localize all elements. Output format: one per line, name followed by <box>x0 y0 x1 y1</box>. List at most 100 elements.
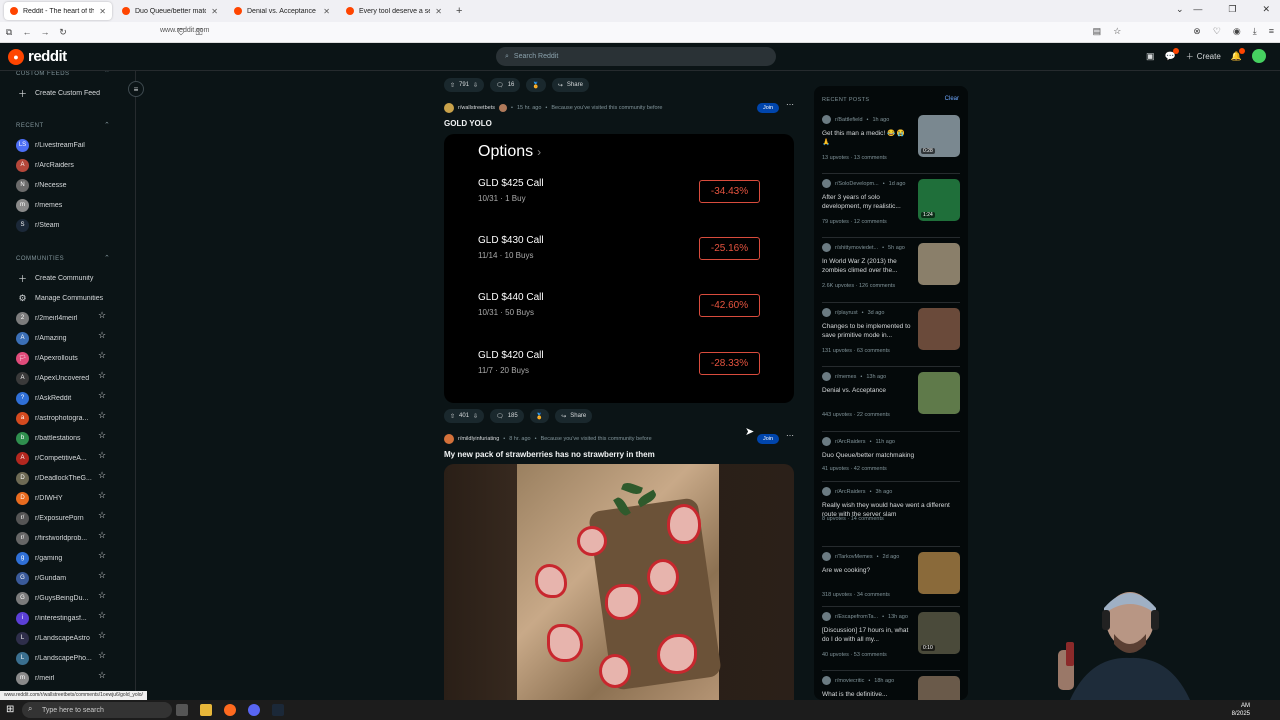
recent-post-title[interactable]: Duo Queue/better matchmaking <box>822 451 958 460</box>
chevron-up-icon[interactable]: ⌃ <box>104 71 110 77</box>
chevron-up-icon[interactable]: ⌃ <box>104 254 110 262</box>
pocket-icon[interactable]: ♡ <box>1213 26 1221 37</box>
share-button[interactable]: ↪ Share <box>555 409 593 423</box>
favorite-star-icon[interactable]: ☆ <box>98 670 106 681</box>
reload-icon[interactable]: ↻ <box>54 27 72 38</box>
share-button[interactable]: ↪ Share <box>551 78 589 92</box>
join-button[interactable]: Join <box>757 434 779 444</box>
more-options-icon[interactable]: ⋯ <box>786 100 794 109</box>
file-explorer-icon[interactable] <box>200 704 212 716</box>
recent-post-title[interactable]: What is the definitive... <box>822 690 914 699</box>
close-tab-icon[interactable]: ✕ <box>323 7 330 16</box>
favorite-star-icon[interactable]: ☆ <box>98 550 106 561</box>
favorite-star-icon[interactable]: ☆ <box>98 450 106 461</box>
recent-post-thumbnail[interactable] <box>918 308 960 350</box>
discord-icon[interactable] <box>248 704 260 716</box>
menu-icon[interactable]: ≡ <box>1269 26 1274 37</box>
favorite-star-icon[interactable]: ☆ <box>98 310 106 321</box>
create-post-button[interactable]: ＋ Create <box>1186 51 1221 62</box>
recent-post-item[interactable]: r/playrust • 3d ago Changes to be implement… <box>822 308 960 364</box>
recent-post-item[interactable]: r/moviecritic • 18h ago What is the definit… <box>822 676 960 700</box>
recent-post-title[interactable]: Get this man a medic! 😂 😭 🙏 <box>822 129 914 147</box>
recent-post-thumbnail[interactable] <box>918 676 960 700</box>
favorite-star-icon[interactable]: ☆ <box>98 330 106 341</box>
sidebar-community-item[interactable]: Ar/ArcRaiders <box>16 158 116 172</box>
recent-post-title[interactable]: [Discussion] 17 hours in, what do I do w… <box>822 626 914 644</box>
back-icon[interactable]: ← <box>18 27 36 37</box>
recent-post-item[interactable]: r/SoloDevelopm... • 1d ago After 3 years of… <box>822 179 960 235</box>
sidebar-toggle-icon[interactable]: ⧉ <box>0 27 18 38</box>
taskbar-search-input[interactable]: Type here to search <box>22 702 172 718</box>
join-button[interactable]: Join <box>757 103 779 113</box>
browser-tab[interactable]: Every tool deserve a second life ✕ <box>340 2 448 20</box>
system-clock[interactable]: AM 8/2025 <box>1232 702 1250 718</box>
close-tab-icon[interactable]: ✕ <box>211 7 218 16</box>
recent-post-title[interactable]: After 3 years of solo development, my re… <box>822 193 914 211</box>
recent-post-item[interactable]: r/Battlefield • 1h ago Get this man a medic… <box>822 115 960 171</box>
bookmark-star-icon[interactable]: ☆ <box>1113 26 1121 37</box>
award-button[interactable]: 🏅 <box>526 78 546 92</box>
new-tab-icon[interactable]: + <box>456 5 462 17</box>
close-window-icon[interactable]: ✕ <box>1262 4 1270 15</box>
favorite-star-icon[interactable]: ☆ <box>98 530 106 541</box>
favorite-star-icon[interactable]: ☆ <box>98 390 106 401</box>
post-image[interactable] <box>444 464 794 700</box>
recent-post-thumbnail[interactable]: 1:24 <box>918 179 960 221</box>
recent-post-item[interactable]: r/ArcRaiders • 3h ago Really wish they woul… <box>822 487 960 543</box>
reader-view-icon[interactable]: ▤ <box>1093 26 1102 37</box>
recent-post-thumbnail[interactable]: 0:28 <box>918 115 960 157</box>
recent-post-item[interactable]: r/shittymoviedet... • 5h ago In World War Z… <box>822 243 960 299</box>
upvote-icon[interactable]: ⇧ <box>450 413 455 420</box>
recent-post-item[interactable]: r/TarkovMemes • 2d ago Are we cooking? 318 u… <box>822 552 960 608</box>
reddit-logo[interactable]: ● reddit <box>8 48 67 65</box>
favorite-star-icon[interactable]: ☆ <box>98 350 106 361</box>
create-custom-feed-button[interactable]: ＋ Create Custom Feed <box>16 86 116 100</box>
favorite-star-icon[interactable]: ☆ <box>98 650 106 661</box>
comments-button[interactable]: 🗨 16 <box>490 78 521 92</box>
clear-recent-button[interactable]: Clear <box>945 96 959 102</box>
advertise-icon[interactable]: ▣ <box>1146 51 1155 62</box>
favorite-star-icon[interactable]: ☆ <box>98 410 106 421</box>
post-title[interactable]: My new pack of strawberries has no straw… <box>444 450 655 459</box>
downloads-icon[interactable]: ⤓ <box>1253 26 1257 37</box>
post-title[interactable]: GOLD YOLO <box>444 119 492 128</box>
communities-heading[interactable]: COMMUNITIES <box>16 256 64 262</box>
sidebar-community-item[interactable]: Nr/Necesse <box>16 178 116 192</box>
custom-feeds-heading[interactable]: CUSTOM FEEDS <box>16 71 70 77</box>
user-avatar[interactable] <box>1252 49 1266 63</box>
recent-post-title[interactable]: Denial vs. Acceptance <box>822 386 914 395</box>
favorite-star-icon[interactable]: ☆ <box>98 590 106 601</box>
tab-list-chevron-icon[interactable]: ⌄ <box>1176 4 1184 15</box>
notifications-bell-icon[interactable]: 🔔 <box>1231 47 1246 62</box>
subreddit-link[interactable]: r/wallstreetbets <box>458 105 495 111</box>
recent-post-item[interactable]: r/memes • 13h ago Denial vs. Acceptance 443 … <box>822 372 960 428</box>
award-button[interactable]: 🏅 <box>529 409 550 423</box>
favorite-star-icon[interactable]: ☆ <box>98 370 106 381</box>
browser-tab[interactable]: Reddit - The heart of the internet ✕ <box>4 2 112 20</box>
manage-communities-button[interactable]: ⚙ Manage Communities <box>16 291 116 305</box>
create-community-button[interactable]: ＋ Create Community <box>16 271 116 285</box>
firefox-icon[interactable] <box>224 704 236 716</box>
recent-post-thumbnail[interactable] <box>918 552 960 594</box>
more-options-icon[interactable]: ⋯ <box>786 431 794 440</box>
profile-icon[interactable]: ◉ <box>1233 26 1241 37</box>
favorite-star-icon[interactable]: ☆ <box>98 610 106 621</box>
minimize-icon[interactable]: — <box>1193 4 1202 15</box>
maximize-icon[interactable]: ❐ <box>1228 4 1236 15</box>
extension-icon[interactable]: ⊗ <box>1193 26 1201 37</box>
comments-button[interactable]: 🗨 185 <box>490 409 524 423</box>
browser-tab[interactable]: Duo Queue/better matchmaking ✕ <box>116 2 224 20</box>
close-tab-icon[interactable]: ✕ <box>435 7 442 16</box>
subreddit-link[interactable]: r/mildlyinfuriating <box>458 436 499 442</box>
collapse-sidebar-button[interactable]: ≡ <box>128 81 144 97</box>
windows-start-icon[interactable]: ⊞ <box>6 704 14 715</box>
upvote-icon[interactable]: ⇧ <box>450 82 455 89</box>
community-avatar[interactable] <box>444 103 454 113</box>
downvote-icon[interactable]: ⇩ <box>473 413 478 420</box>
task-view-icon[interactable] <box>176 704 188 716</box>
recent-post-item[interactable]: r/EscapefromTa... • 13h ago [Discussion] 17… <box>822 612 960 668</box>
steam-icon[interactable] <box>272 704 284 716</box>
downvote-icon[interactable]: ⇩ <box>473 82 478 89</box>
recent-post-title[interactable]: Changes to be implemented to save primit… <box>822 322 914 340</box>
search-input[interactable]: ⌕ Search Reddit <box>496 47 776 66</box>
